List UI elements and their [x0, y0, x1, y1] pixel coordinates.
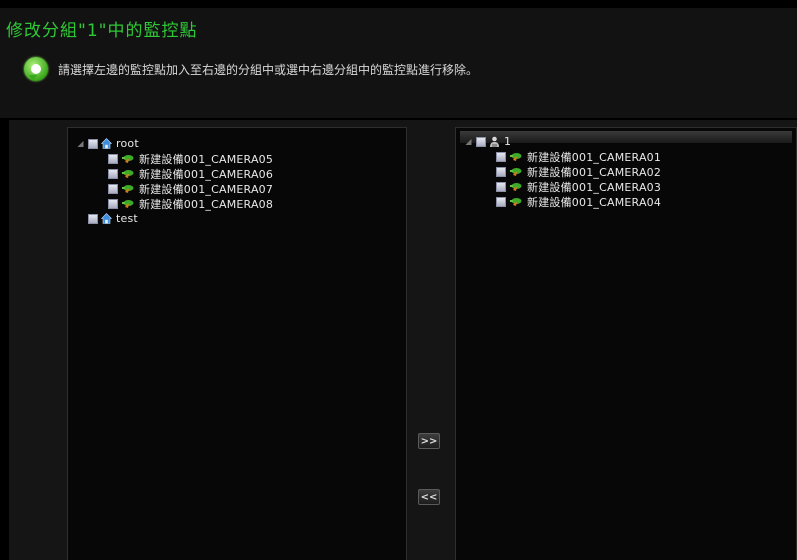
tree-node-camera[interactable]: 新建設備001_CAMERA04	[464, 194, 796, 209]
group-cameras-panel[interactable]: ◢ 1 新建設備001_CAMERA01 新建設備001_CAMERA02 新建…	[455, 127, 797, 560]
camera-checkbox[interactable]	[108, 198, 118, 209]
tree-node-camera[interactable]: 新建設備001_CAMERA01	[464, 149, 796, 164]
camera-icon	[121, 169, 135, 179]
camera-checkbox[interactable]	[108, 153, 118, 164]
available-cameras-panel[interactable]: ◢ root 新建設備001_CAMERA05 新建設備001_CAMERA06…	[67, 127, 407, 560]
tree-node-label: root	[116, 137, 139, 150]
camera-checkbox[interactable]	[496, 181, 506, 192]
camera-icon	[121, 154, 135, 164]
info-text: 請選擇左邊的監控點加入至右邊的分組中或選中右邊分組中的監控點進行移除。	[58, 62, 479, 77]
tree-node-label: 新建設備001_CAMERA08	[139, 197, 274, 211]
remove-from-group-button[interactable]: <<	[418, 489, 440, 505]
tree-node-camera[interactable]: 新建設備001_CAMERA07	[76, 181, 406, 196]
tree-node-camera[interactable]: 新建設備001_CAMERA08	[76, 196, 406, 211]
tree-node-camera[interactable]: 新建設備001_CAMERA05	[76, 151, 406, 166]
header-bar: 修改分組"1"中的監控點 請選擇左邊的監控點加入至右邊的分組中或選中右邊分組中的…	[0, 8, 797, 118]
tree-node-label: 新建設備001_CAMERA07	[139, 182, 274, 196]
tree-node-label: 新建設備001_CAMERA01	[527, 150, 662, 164]
collapse-triangle-icon[interactable]: ◢	[464, 137, 473, 146]
camera-icon	[509, 182, 523, 192]
tree-node-label: 新建設備001_CAMERA05	[139, 152, 274, 166]
camera-icon	[121, 184, 135, 194]
test-checkbox[interactable]	[88, 213, 98, 224]
tree-node-group[interactable]: ◢ 1	[464, 134, 796, 149]
camera-icon	[509, 167, 523, 177]
camera-icon	[509, 152, 523, 162]
collapse-triangle-icon[interactable]: ◢	[76, 139, 85, 148]
camera-checkbox[interactable]	[108, 183, 118, 194]
info-bubble-icon	[24, 57, 48, 81]
home-icon	[100, 138, 113, 149]
camera-checkbox[interactable]	[108, 168, 118, 179]
add-to-group-button[interactable]: >>	[418, 433, 440, 449]
left-tree: ◢ root 新建設備001_CAMERA05 新建設備001_CAMERA06…	[76, 136, 406, 226]
tree-node-label: 新建設備001_CAMERA03	[527, 180, 662, 194]
group-checkbox[interactable]	[476, 136, 486, 147]
camera-checkbox[interactable]	[496, 166, 506, 177]
camera-checkbox[interactable]	[496, 196, 506, 207]
tree-node-label: 新建設備001_CAMERA04	[527, 195, 662, 209]
camera-icon	[509, 197, 523, 207]
content-area: ◢ root 新建設備001_CAMERA05 新建設備001_CAMERA06…	[9, 120, 797, 560]
camera-checkbox[interactable]	[496, 151, 506, 162]
tree-node-camera[interactable]: 新建設備001_CAMERA06	[76, 166, 406, 181]
tree-node-label: 1	[504, 135, 512, 148]
tree-node-camera[interactable]: 新建設備001_CAMERA03	[464, 179, 796, 194]
camera-icon	[121, 199, 135, 209]
info-row: 請選擇左邊的監控點加入至右邊的分組中或選中右邊分組中的監控點進行移除。	[24, 56, 478, 82]
tree-node-root[interactable]: ◢ root	[76, 136, 406, 151]
tree-node-test[interactable]: test	[76, 211, 406, 226]
right-tree: ◢ 1 新建設備001_CAMERA01 新建設備001_CAMERA02 新建…	[464, 134, 796, 209]
tree-node-label: test	[116, 212, 138, 225]
page-title: 修改分組"1"中的監控點	[6, 21, 198, 41]
tree-node-label: 新建設備001_CAMERA06	[139, 167, 274, 181]
group-icon	[489, 136, 500, 148]
home-icon	[100, 213, 113, 224]
tree-node-camera[interactable]: 新建設備001_CAMERA02	[464, 164, 796, 179]
root-checkbox[interactable]	[88, 138, 98, 149]
tree-node-label: 新建設備001_CAMERA02	[527, 165, 662, 179]
